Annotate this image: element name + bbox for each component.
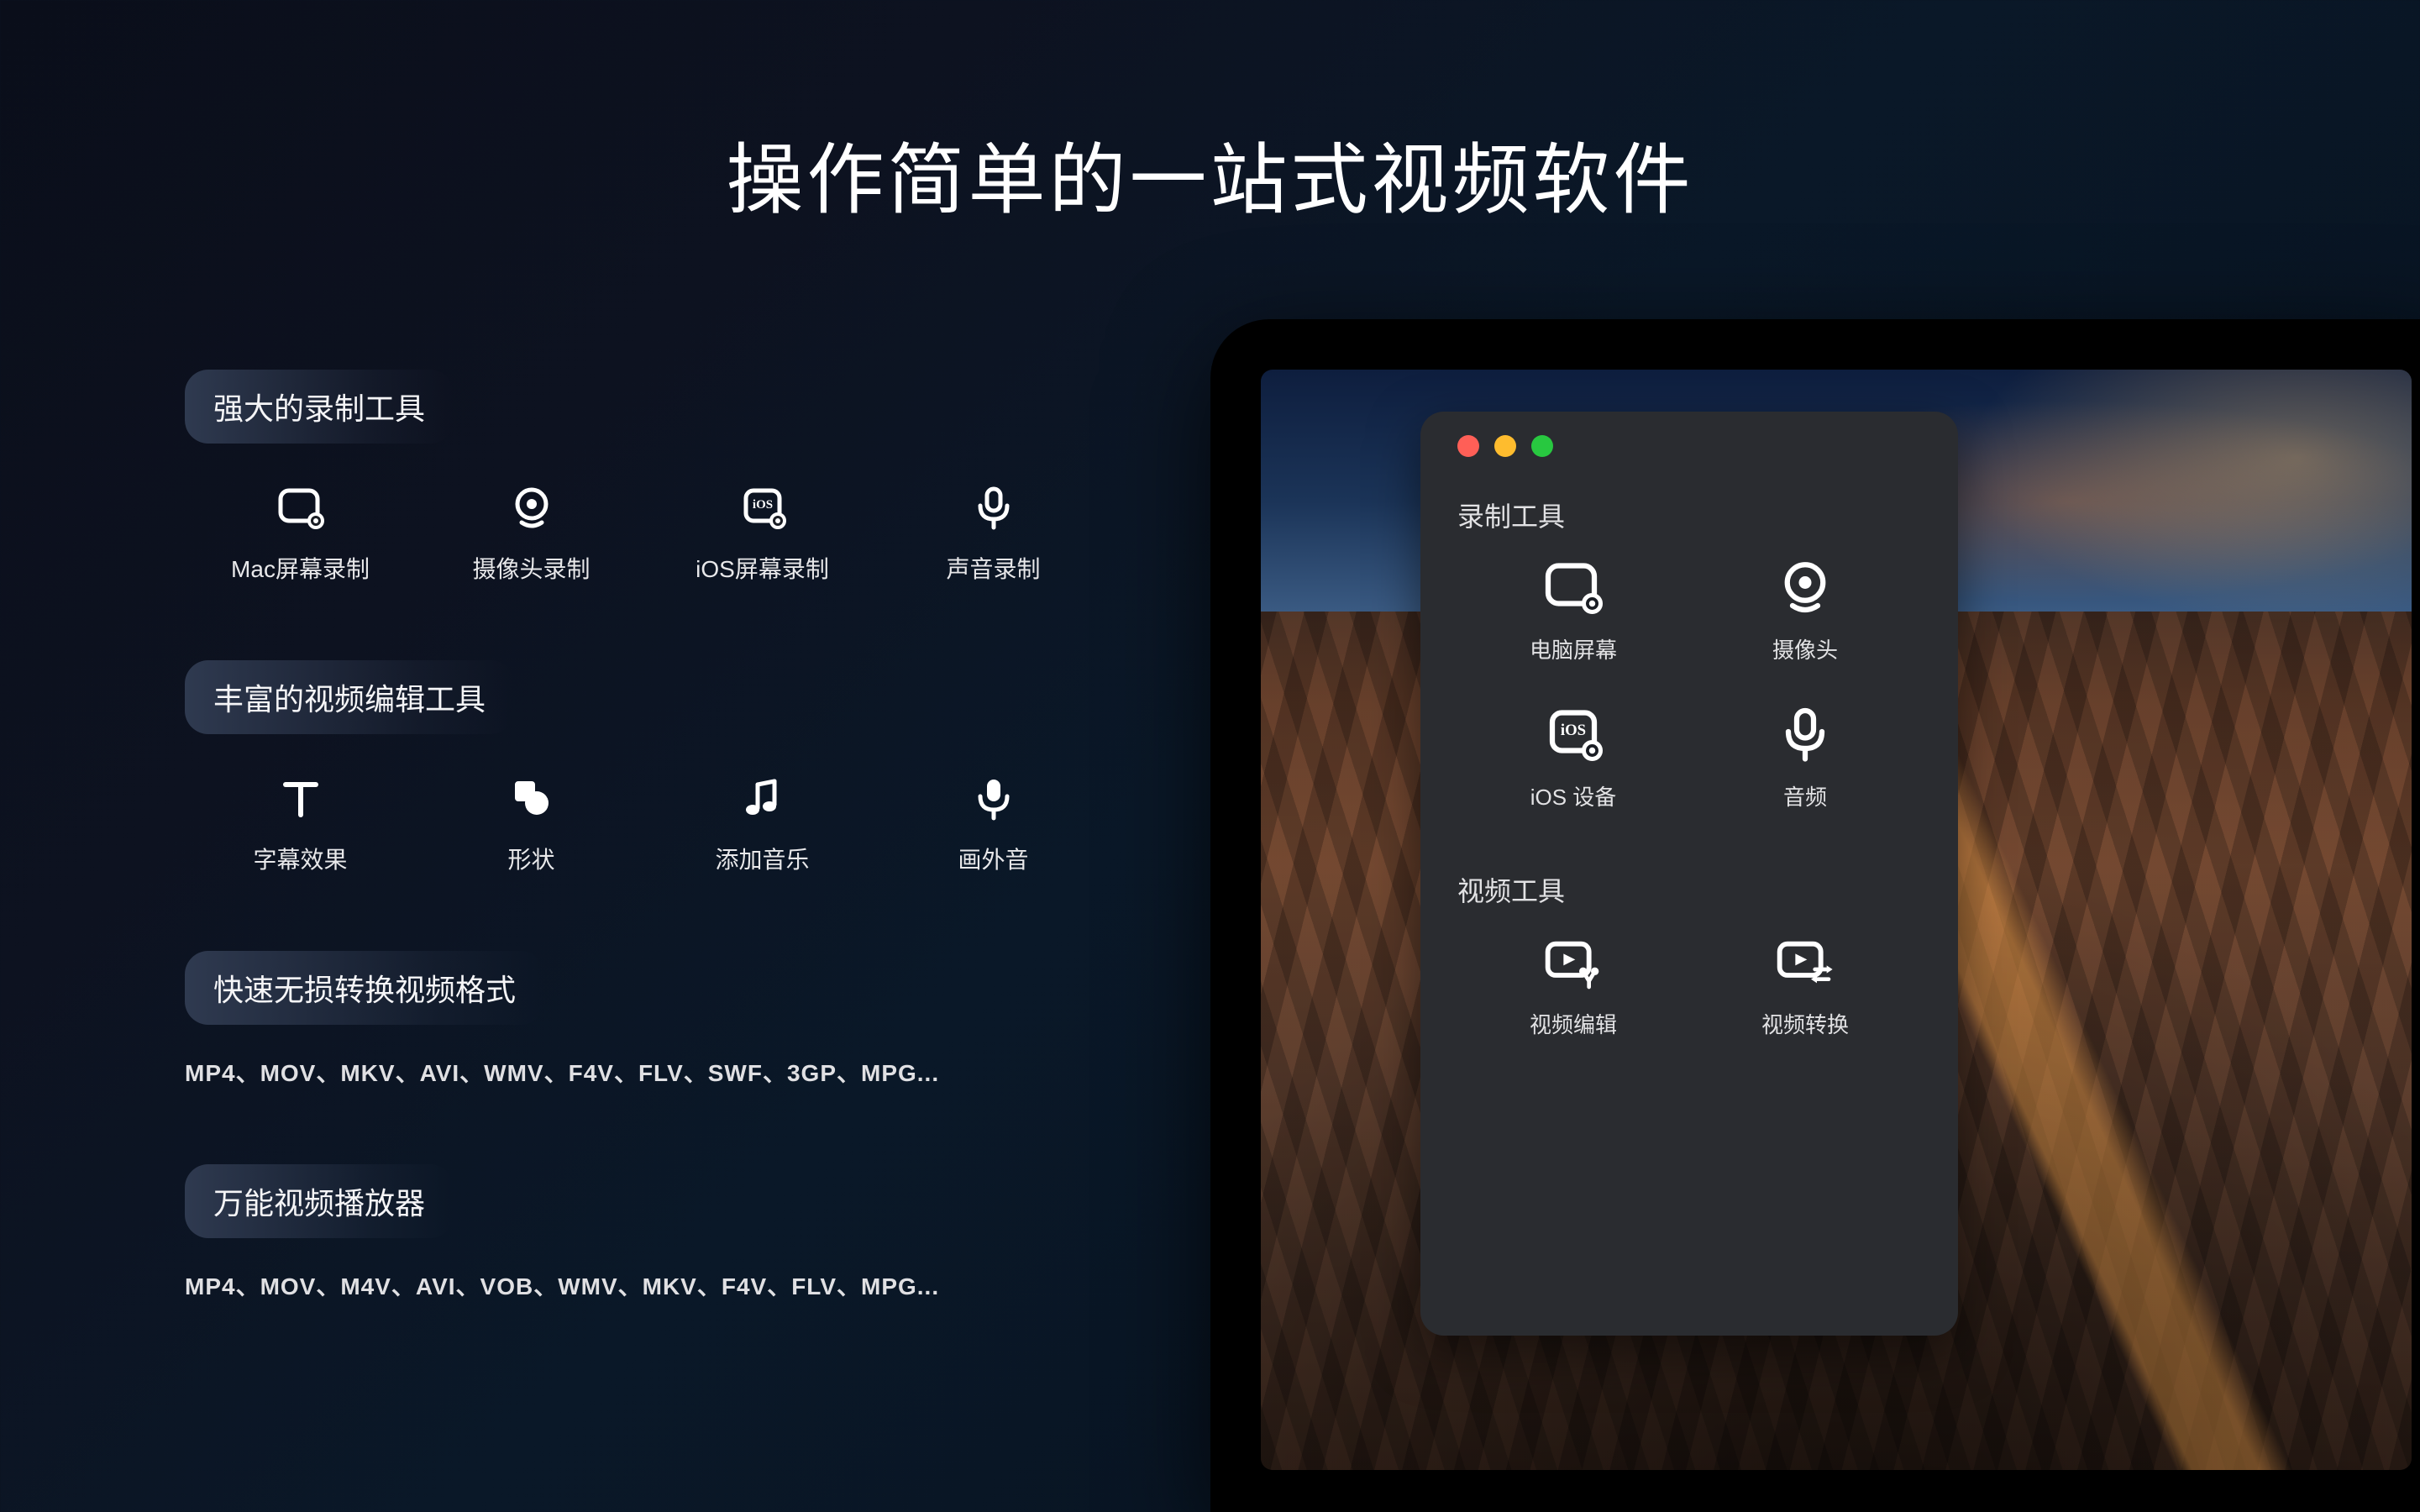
close-button[interactable] [1457, 435, 1479, 457]
feature-mac-screen-record: Mac屏幕录制 [185, 482, 416, 585]
feature-subtitle: 字幕效果 [185, 773, 416, 875]
editing-title: 丰富的视频编辑工具 [185, 660, 514, 734]
feature-music: 添加音乐 [647, 773, 878, 875]
shape-icon [505, 773, 559, 827]
mic-icon [1776, 706, 1835, 765]
tile-video-edit[interactable]: 视频编辑 [1457, 934, 1689, 1039]
tile-label: 电脑屏幕 [1530, 633, 1617, 664]
feature-label: 摄像头录制 [472, 551, 590, 585]
player-section: 万能视频播放器 MP4、MOV、M4V、AVI、VOB、WMV、MKV、F4V、… [185, 1164, 1109, 1302]
ios-screen-icon [736, 482, 790, 536]
feature-ios-record: iOS屏幕录制 [647, 482, 878, 585]
recording-section: 强大的录制工具 Mac屏幕录制 摄像头录制 iOS屏幕录制 声音录制 [185, 370, 1109, 585]
tile-video-convert[interactable]: 视频转换 [1689, 934, 1921, 1039]
editing-section: 丰富的视频编辑工具 字幕效果 形状 添加音乐 画外音 [185, 660, 1109, 875]
tile-screen-record[interactable]: 电脑屏幕 [1457, 559, 1689, 664]
convert-section: 快速无损转换视频格式 MP4、MOV、MKV、AVI、WMV、F4V、FLV、S… [185, 951, 1109, 1089]
tile-audio[interactable]: 音频 [1689, 706, 1921, 811]
tile-camera[interactable]: 摄像头 [1689, 559, 1921, 664]
camera-icon [1776, 559, 1835, 618]
feature-audio-record: 声音录制 [878, 482, 1109, 585]
convert-formats: MP4、MOV、MKV、AVI、WMV、F4V、FLV、SWF、3GP、MPG.… [185, 1055, 1109, 1089]
laptop-mockup: 录制工具 电脑屏幕 摄像头 iOS 设备 [1210, 319, 2420, 1512]
player-formats: MP4、MOV、M4V、AVI、VOB、WMV、MKV、F4V、FLV、MPG.… [185, 1268, 1109, 1302]
recording-title: 强大的录制工具 [185, 370, 454, 444]
music-icon [736, 773, 790, 827]
convert-title: 快速无损转换视频格式 [185, 951, 544, 1025]
feature-shape: 形状 [416, 773, 647, 875]
video-edit-icon [1544, 934, 1603, 993]
camera-icon [505, 482, 559, 536]
feature-camera-record: 摄像头录制 [416, 482, 647, 585]
minimize-button[interactable] [1494, 435, 1516, 457]
mic-icon [967, 482, 1021, 536]
feature-label: iOS屏幕录制 [696, 551, 829, 585]
app-window: 录制工具 电脑屏幕 摄像头 iOS 设备 [1420, 412, 1958, 1336]
screen-record-icon [274, 482, 328, 536]
fullscreen-button[interactable] [1531, 435, 1553, 457]
ios-screen-icon [1544, 706, 1603, 765]
tile-label: 视频编辑 [1530, 1008, 1617, 1039]
headline: 操作简单的一站式视频软件 [0, 118, 2420, 229]
record-section-title: 录制工具 [1457, 496, 1921, 534]
tile-label: 摄像头 [1772, 633, 1838, 664]
window-controls[interactable] [1457, 435, 1921, 457]
video-section-title: 视频工具 [1457, 870, 1921, 909]
text-icon [274, 773, 328, 827]
feature-label: Mac屏幕录制 [231, 551, 370, 585]
feature-label: 画外音 [958, 842, 1028, 875]
tile-label: iOS 设备 [1530, 780, 1617, 811]
feature-label: 形状 [507, 842, 554, 875]
tile-ios[interactable]: iOS 设备 [1457, 706, 1689, 811]
feature-voiceover: 画外音 [878, 773, 1109, 875]
tile-label: 音频 [1783, 780, 1827, 811]
video-convert-icon [1776, 934, 1835, 993]
screen-record-icon [1544, 559, 1603, 618]
feature-label: 声音录制 [946, 551, 1040, 585]
voiceover-icon [967, 773, 1021, 827]
feature-label: 添加音乐 [715, 842, 809, 875]
tile-label: 视频转换 [1761, 1008, 1849, 1039]
player-title: 万能视频播放器 [185, 1164, 454, 1238]
feature-label: 字幕效果 [253, 842, 347, 875]
